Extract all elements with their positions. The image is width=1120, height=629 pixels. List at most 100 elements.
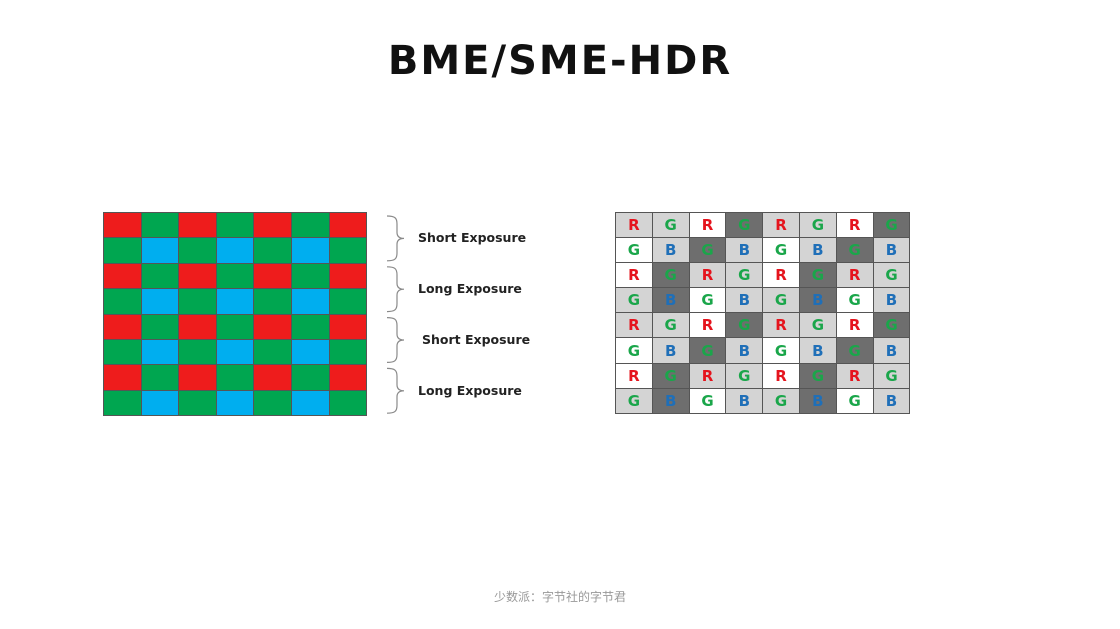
- hdr-cell-r: R: [616, 363, 652, 388]
- hdr-cell-b: B: [726, 288, 763, 313]
- hdr-cell-b: B: [726, 388, 763, 413]
- hdr-cell-g: G: [799, 313, 836, 338]
- hdr-cell-b: B: [652, 288, 689, 313]
- bayer-cell-r: [329, 213, 367, 238]
- bayer-cell-g: [141, 263, 179, 289]
- hdr-cell-r: R: [763, 363, 799, 388]
- bayer-cell-b: [291, 289, 329, 314]
- hdr-cell-g: G: [689, 288, 726, 313]
- hdr-cell-b: B: [873, 338, 910, 363]
- exposure-brace: [386, 266, 405, 313]
- hdr-cell-g: G: [652, 263, 689, 288]
- hdr-cell-b: B: [799, 238, 836, 263]
- hdr-cell-b: B: [726, 238, 763, 263]
- exposure-brace: [386, 367, 405, 414]
- hdr-cell-g: G: [799, 263, 836, 288]
- bayer-cell-g: [291, 314, 329, 339]
- hdr-cell-b: B: [873, 288, 910, 313]
- bayer-cell-r: [254, 263, 291, 289]
- hdr-cell-r: R: [763, 213, 799, 238]
- hdr-cell-g: G: [763, 238, 799, 263]
- bayer-cell-b: [291, 390, 329, 416]
- bayer-grid: [103, 212, 368, 417]
- bayer-cell-g: [141, 314, 179, 339]
- bayer-cell-g: [141, 365, 179, 390]
- hdr-cell-r: R: [689, 363, 726, 388]
- exposure-label: Long Exposure: [418, 382, 522, 398]
- bayer-cell-g: [104, 339, 141, 365]
- hdr-cell-r: R: [689, 263, 726, 288]
- bayer-cell-g: [216, 365, 254, 390]
- bayer-cell-r: [254, 365, 291, 390]
- bayer-cell-r: [329, 314, 367, 339]
- hdr-cell-g: G: [836, 338, 873, 363]
- hdr-cell-g: G: [836, 288, 873, 313]
- exposure-label: Short Exposure: [418, 230, 527, 246]
- bayer-cell-r: [254, 314, 291, 339]
- bayer-cell-b: [216, 238, 254, 263]
- hdr-cell-g: G: [652, 363, 689, 388]
- bayer-cell-g: [291, 263, 329, 289]
- bayer-cell-r: [179, 365, 216, 390]
- bayer-cell-b: [216, 390, 254, 416]
- bayer-cell-b: [216, 339, 254, 365]
- hdr-cell-g: G: [763, 388, 799, 413]
- exposure-label: Long Exposure: [418, 281, 522, 297]
- bayer-cell-g: [104, 238, 141, 263]
- bayer-cell-g: [104, 390, 141, 416]
- hdr-cell-r: R: [836, 263, 873, 288]
- hdr-cell-g: G: [763, 338, 799, 363]
- hdr-cell-g: G: [689, 338, 726, 363]
- hdr-cell-g: G: [616, 338, 652, 363]
- bayer-cell-g: [179, 339, 216, 365]
- bayer-cell-r: [104, 213, 141, 238]
- hdr-cell-g: G: [689, 388, 726, 413]
- exposure-brace: [386, 215, 405, 262]
- bayer-cell-g: [329, 339, 367, 365]
- hdr-cell-g: G: [616, 238, 652, 263]
- hdr-cell-r: R: [763, 313, 799, 338]
- bayer-cell-g: [291, 365, 329, 390]
- hdr-cell-g: G: [873, 363, 910, 388]
- source-caption: 少数派：字节社的字节君: [493, 590, 626, 604]
- hdr-cell-r: R: [689, 213, 726, 238]
- bayer-cell-r: [179, 263, 216, 289]
- hdr-cell-b: B: [726, 338, 763, 363]
- hdr-cell-r: R: [836, 313, 873, 338]
- bayer-cell-g: [329, 390, 367, 416]
- bayer-cell-b: [216, 289, 254, 314]
- hdr-cell-g: G: [726, 313, 763, 338]
- hdr-cell-r: R: [616, 213, 652, 238]
- bayer-cell-b: [141, 339, 179, 365]
- hdr-cell-g: G: [763, 288, 799, 313]
- hdr-cell-g: G: [616, 288, 652, 313]
- hdr-cell-b: B: [873, 238, 910, 263]
- exposure-braces: [386, 215, 405, 414]
- bayer-cell-b: [291, 238, 329, 263]
- bayer-cell-g: [329, 289, 367, 314]
- bayer-cell-g: [254, 390, 291, 416]
- hdr-cell-r: R: [763, 263, 799, 288]
- hdr-cell-r: R: [616, 263, 652, 288]
- bayer-cell-g: [291, 213, 329, 238]
- hdr-cell-r: R: [689, 313, 726, 338]
- bayer-cell-b: [291, 339, 329, 365]
- hdr-cell-b: B: [652, 388, 689, 413]
- bayer-cell-r: [179, 213, 216, 238]
- bayer-cell-b: [141, 238, 179, 263]
- bayer-cell-g: [179, 289, 216, 314]
- exposure-brace: [386, 317, 405, 363]
- hdr-cell-g: G: [873, 213, 910, 238]
- hdr-cell-b: B: [873, 388, 910, 413]
- bayer-cell-r: [104, 314, 141, 339]
- bayer-cell-g: [254, 289, 291, 314]
- hdr-cell-b: B: [652, 238, 689, 263]
- hdr-cell-g: G: [836, 388, 873, 413]
- bayer-cell-r: [329, 263, 367, 289]
- hdr-cell-b: B: [799, 338, 836, 363]
- hdr-cell-g: G: [616, 388, 652, 413]
- bayer-cell-r: [179, 314, 216, 339]
- bayer-cell-g: [141, 213, 179, 238]
- hdr-cell-g: G: [652, 313, 689, 338]
- hdr-cell-g: G: [873, 313, 910, 338]
